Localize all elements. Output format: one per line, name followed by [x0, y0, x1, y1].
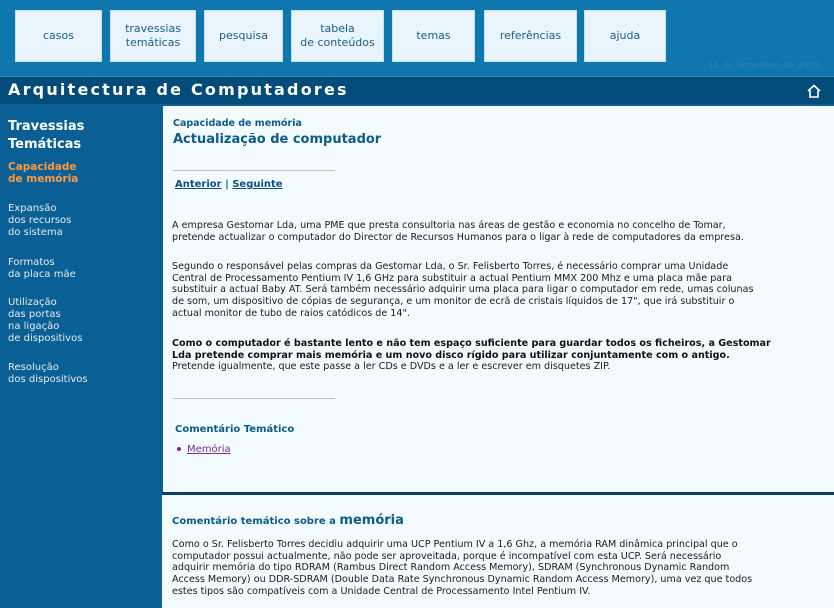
- top-navigation: casos travessias temáticas pesquisa tabe…: [0, 0, 834, 76]
- nav-ajuda-label: ajuda: [609, 29, 641, 42]
- sidebar-item-capacidade-de-memoria[interactable]: Capacidade de memória: [8, 161, 78, 185]
- site-title: Arquitectura de Computadores: [8, 80, 349, 99]
- nav-casos-label: casos: [43, 29, 74, 42]
- pager-separator: |: [225, 179, 229, 190]
- nav-travessias-label: travessias temáticas: [125, 22, 181, 49]
- thematic-comment-panel: Comentário temático sobre a memória Como…: [162, 492, 834, 608]
- tema-link-memoria[interactable]: Memória: [177, 444, 231, 455]
- sidebar-heading: Travessias Temáticas: [8, 119, 85, 152]
- sidebar-item-formatos-da-placa-mae[interactable]: Formatos da placa mãe: [8, 257, 76, 281]
- nav-temas-label: temas: [416, 29, 451, 42]
- home-icon[interactable]: [806, 83, 822, 99]
- divider: [173, 170, 335, 171]
- previous-link[interactable]: Anterior: [175, 179, 222, 190]
- site-header: Arquitectura de Computadores: [0, 76, 834, 104]
- nav-tabela-de-conteudos[interactable]: tabela de conteúdos: [291, 10, 384, 62]
- nav-tabela-label: tabela de conteúdos: [300, 22, 375, 49]
- thematic-comment-title: Comentário temático sobre a memória: [172, 513, 404, 528]
- nav-ajuda[interactable]: ajuda: [584, 10, 666, 62]
- nav-pesquisa-label: pesquisa: [219, 29, 268, 42]
- thematic-comment-text: Como o Sr. Felisberto Torres decidiu adq…: [172, 539, 753, 597]
- nav-travessias-tematicas[interactable]: travessias temáticas: [110, 10, 196, 62]
- paragraph-intro: A empresa Gestomar Lda, uma PME que pres…: [172, 220, 744, 243]
- current-date: 14 de Setembro de 2005: [707, 61, 820, 71]
- tematic-comment-heading: Comentário Temático: [175, 424, 295, 435]
- next-link[interactable]: Seguinte: [232, 179, 282, 190]
- main-content: Capacidade de memória Actualização de co…: [162, 106, 834, 492]
- breadcrumb: Capacidade de memória: [173, 118, 302, 129]
- nav-casos[interactable]: casos: [15, 10, 102, 62]
- nav-referencias[interactable]: referências: [484, 10, 577, 62]
- sidebar-item-utilizacao-das-portas[interactable]: Utilização das portas na ligação de disp…: [8, 297, 82, 345]
- divider: [173, 398, 335, 399]
- paragraph-details: Segundo o responsável pelas compras da G…: [172, 261, 754, 319]
- page-title: Actualização de computador: [173, 132, 382, 147]
- nav-pesquisa[interactable]: pesquisa: [204, 10, 283, 62]
- paragraph-memory-need: Como o computador é bastante lento e não…: [172, 338, 771, 373]
- sidebar-item-resolucao-dos-dispositivos[interactable]: Resolução dos dispositivos: [8, 362, 88, 386]
- sidebar-item-expansao-dos-recursos[interactable]: Expansão dos recursos do sistema: [8, 203, 71, 239]
- nav-referencias-label: referências: [499, 29, 562, 42]
- bullet-icon: [177, 447, 181, 451]
- pager: Anterior | Seguinte: [175, 179, 283, 190]
- nav-temas[interactable]: temas: [392, 10, 475, 62]
- sidebar: Travessias Temáticas Capacidade de memór…: [0, 104, 160, 608]
